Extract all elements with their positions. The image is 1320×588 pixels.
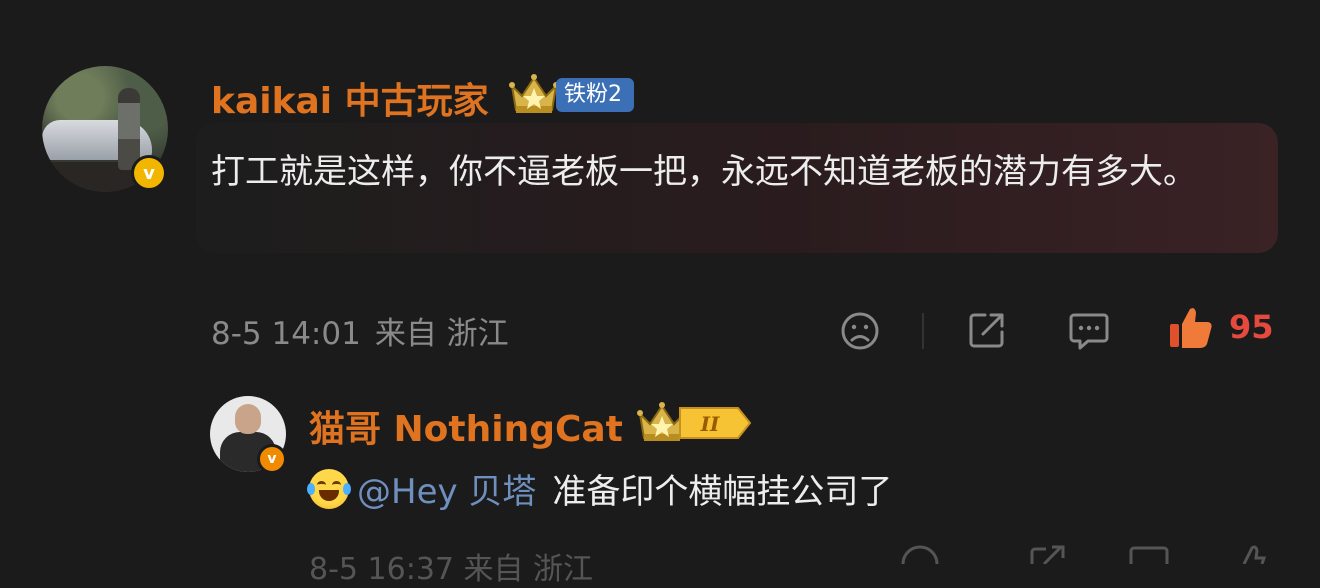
reply-content: @Hey 贝塔 准备印个横幅挂公司了: [307, 464, 893, 513]
mention-link[interactable]: @Hey 贝塔: [357, 464, 536, 513]
svg-text:II: II: [700, 412, 720, 436]
verified-badge-icon: v: [257, 444, 287, 474]
dislike-icon[interactable]: [900, 544, 940, 564]
like-icon[interactable]: [1168, 306, 1214, 350]
crown-icon: [509, 74, 559, 113]
comment-author-name[interactable]: kaikai 中古玩家: [211, 72, 489, 124]
reply-icon[interactable]: [1068, 311, 1110, 351]
laughing-emoji-icon: [307, 468, 351, 509]
reply-text: 准备印个横幅挂公司了: [552, 472, 893, 512]
dislike-icon[interactable]: [840, 311, 880, 351]
comment-time: 8-5 14:01: [211, 316, 361, 352]
like-icon[interactable]: [1238, 544, 1268, 564]
comment-location: 来自 浙江: [374, 316, 509, 352]
reply-author-name[interactable]: 猫哥 NothingCat: [309, 400, 623, 452]
divider: [922, 313, 924, 349]
share-icon[interactable]: [1028, 544, 1068, 564]
rank-badge: II: [679, 407, 752, 439]
share-icon[interactable]: [967, 310, 1007, 350]
like-count: 95: [1229, 308, 1274, 346]
fan-badge: 铁粉2: [556, 78, 634, 112]
comment-text: 打工就是这样，你不逼老板一把，永远不知道老板的潜力有多大。: [211, 152, 1197, 192]
reply-meta-partial: 8-5 16:37 来自 浙江: [309, 552, 594, 587]
comment-meta: 8-5 14:01 来自 浙江: [211, 308, 509, 353]
reply-icon[interactable]: [1128, 544, 1170, 564]
verified-badge-icon: v: [131, 155, 167, 191]
previous-item-remnant: [1118, 0, 1288, 4]
